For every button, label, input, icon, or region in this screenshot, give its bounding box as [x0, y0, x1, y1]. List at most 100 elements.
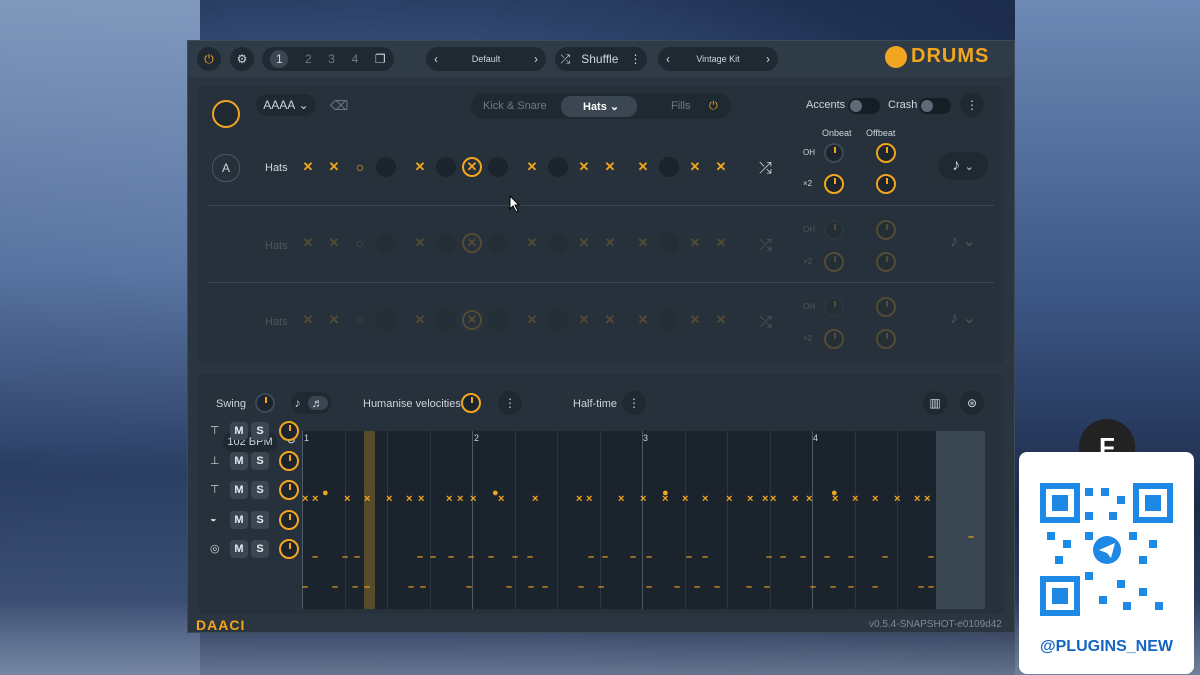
note-icon[interactable]: ♪ ⌄: [950, 308, 976, 328]
humanise-menu-button[interactable]: ⋮: [498, 391, 522, 415]
step-button[interactable]: ✕: [600, 233, 620, 253]
note-event[interactable]: ×: [792, 493, 798, 505]
note-event[interactable]: ×: [418, 493, 424, 505]
step-button[interactable]: [436, 157, 456, 177]
sixteenth-note-icon[interactable]: ♬: [307, 396, 328, 410]
note-event[interactable]: –: [694, 581, 700, 593]
note-event[interactable]: ×: [457, 493, 463, 505]
mute-button[interactable]: M: [230, 540, 248, 558]
note-event[interactable]: ×: [852, 493, 858, 505]
step-button[interactable]: [376, 157, 396, 177]
midi-button[interactable]: ⊛: [960, 391, 984, 415]
step-button[interactable]: [548, 157, 568, 177]
step-button[interactable]: [436, 233, 456, 253]
step-button[interactable]: ✕: [522, 310, 542, 330]
shuffle-row-icon[interactable]: ⤮: [759, 314, 772, 332]
note-event[interactable]: ×: [872, 493, 878, 505]
note-event[interactable]: –: [542, 581, 548, 593]
note-event[interactable]: –: [848, 581, 854, 593]
note-event[interactable]: –: [364, 581, 370, 593]
note-event[interactable]: ×: [618, 493, 624, 505]
note-event[interactable]: ×: [924, 493, 930, 505]
note-event[interactable]: –: [686, 551, 692, 563]
kit-selector[interactable]: ‹ Vintage Kit ›: [658, 47, 778, 71]
step-button[interactable]: [488, 310, 508, 330]
step-button[interactable]: ✕: [711, 233, 731, 253]
note-event[interactable]: –: [588, 551, 594, 563]
step-button[interactable]: [436, 310, 456, 330]
step-button[interactable]: ✕: [685, 310, 705, 330]
note-event[interactable]: ×: [386, 493, 392, 505]
note-event[interactable]: ×: [586, 493, 592, 505]
step-button[interactable]: ✕: [633, 310, 653, 330]
note-event[interactable]: –: [528, 581, 534, 593]
note-event[interactable]: –: [764, 581, 770, 593]
note-event[interactable]: –: [488, 551, 494, 563]
step-button[interactable]: ○: [350, 310, 370, 330]
note-event[interactable]: –: [512, 551, 518, 563]
offbeat-x2-knob[interactable]: [876, 329, 896, 349]
onbeat-x2-knob[interactable]: [824, 252, 844, 272]
note-event[interactable]: ×: [344, 493, 350, 505]
note-event[interactable]: ●: [492, 487, 499, 499]
note-event[interactable]: –: [646, 581, 652, 593]
track-volume-knob[interactable]: [279, 451, 299, 471]
step-button[interactable]: ✕: [324, 233, 344, 253]
step-button[interactable]: ✕: [462, 157, 482, 177]
solo-button[interactable]: S: [251, 422, 269, 440]
note-event[interactable]: –: [420, 581, 426, 593]
step-button[interactable]: ✕: [462, 233, 482, 253]
note-event[interactable]: –: [872, 581, 878, 593]
note-event[interactable]: –: [466, 581, 472, 593]
halftime-menu-button[interactable]: ⋮: [622, 391, 646, 415]
generate-button[interactable]: [212, 100, 240, 128]
note-event[interactable]: –: [578, 581, 584, 593]
mute-button[interactable]: M: [230, 511, 248, 529]
step-button[interactable]: ✕: [410, 157, 430, 177]
step-button[interactable]: ✕: [522, 233, 542, 253]
page-2-button[interactable]: 2: [305, 52, 312, 66]
note-event[interactable]: ×: [914, 493, 920, 505]
note-event[interactable]: –: [928, 581, 934, 593]
note-event[interactable]: ×: [576, 493, 582, 505]
note-event[interactable]: –: [598, 581, 604, 593]
note-event[interactable]: ×: [747, 493, 753, 505]
step-button[interactable]: ✕: [298, 310, 318, 330]
solo-button[interactable]: S: [251, 452, 269, 470]
chevron-left-icon[interactable]: ‹: [434, 52, 438, 66]
step-button[interactable]: ✕: [685, 157, 705, 177]
note-event[interactable]: ×: [726, 493, 732, 505]
crash-toggle[interactable]: [919, 98, 951, 114]
solo-button[interactable]: S: [251, 511, 269, 529]
step-button[interactable]: ✕: [633, 233, 653, 253]
mute-button[interactable]: M: [230, 422, 248, 440]
step-button[interactable]: [488, 233, 508, 253]
track-volume-knob[interactable]: [279, 539, 299, 559]
shuffle-row-icon[interactable]: ⤮: [759, 160, 772, 178]
note-event[interactable]: –: [824, 551, 830, 563]
note-event[interactable]: ×: [682, 493, 688, 505]
note-event[interactable]: –: [630, 551, 636, 563]
offbeat-oh-knob[interactable]: [876, 297, 896, 317]
step-button[interactable]: ✕: [324, 310, 344, 330]
note-event[interactable]: ×: [406, 493, 412, 505]
panel-menu-button[interactable]: ⋮: [960, 93, 984, 117]
chevron-right-icon[interactable]: ›: [766, 52, 770, 66]
track-volume-knob[interactable]: [279, 480, 299, 500]
step-button[interactable]: [376, 310, 396, 330]
step-button[interactable]: ✕: [574, 157, 594, 177]
step-button[interactable]: ✕: [324, 157, 344, 177]
onbeat-x2-knob[interactable]: [824, 174, 844, 194]
note-event[interactable]: –: [468, 551, 474, 563]
step-button[interactable]: ○: [350, 157, 370, 177]
tab-kick-snare[interactable]: Kick & Snare: [483, 100, 547, 112]
note-event[interactable]: –: [848, 551, 854, 563]
note-event[interactable]: ×: [302, 493, 308, 505]
step-button[interactable]: ✕: [711, 310, 731, 330]
note-event[interactable]: –: [430, 551, 436, 563]
onbeat-oh-knob[interactable]: [824, 297, 844, 317]
note-event[interactable]: –: [312, 551, 318, 563]
fills-power-icon[interactable]: ⏻: [709, 100, 718, 113]
note-event[interactable]: ×: [894, 493, 900, 505]
eraser-icon[interactable]: ⌫: [330, 98, 348, 114]
